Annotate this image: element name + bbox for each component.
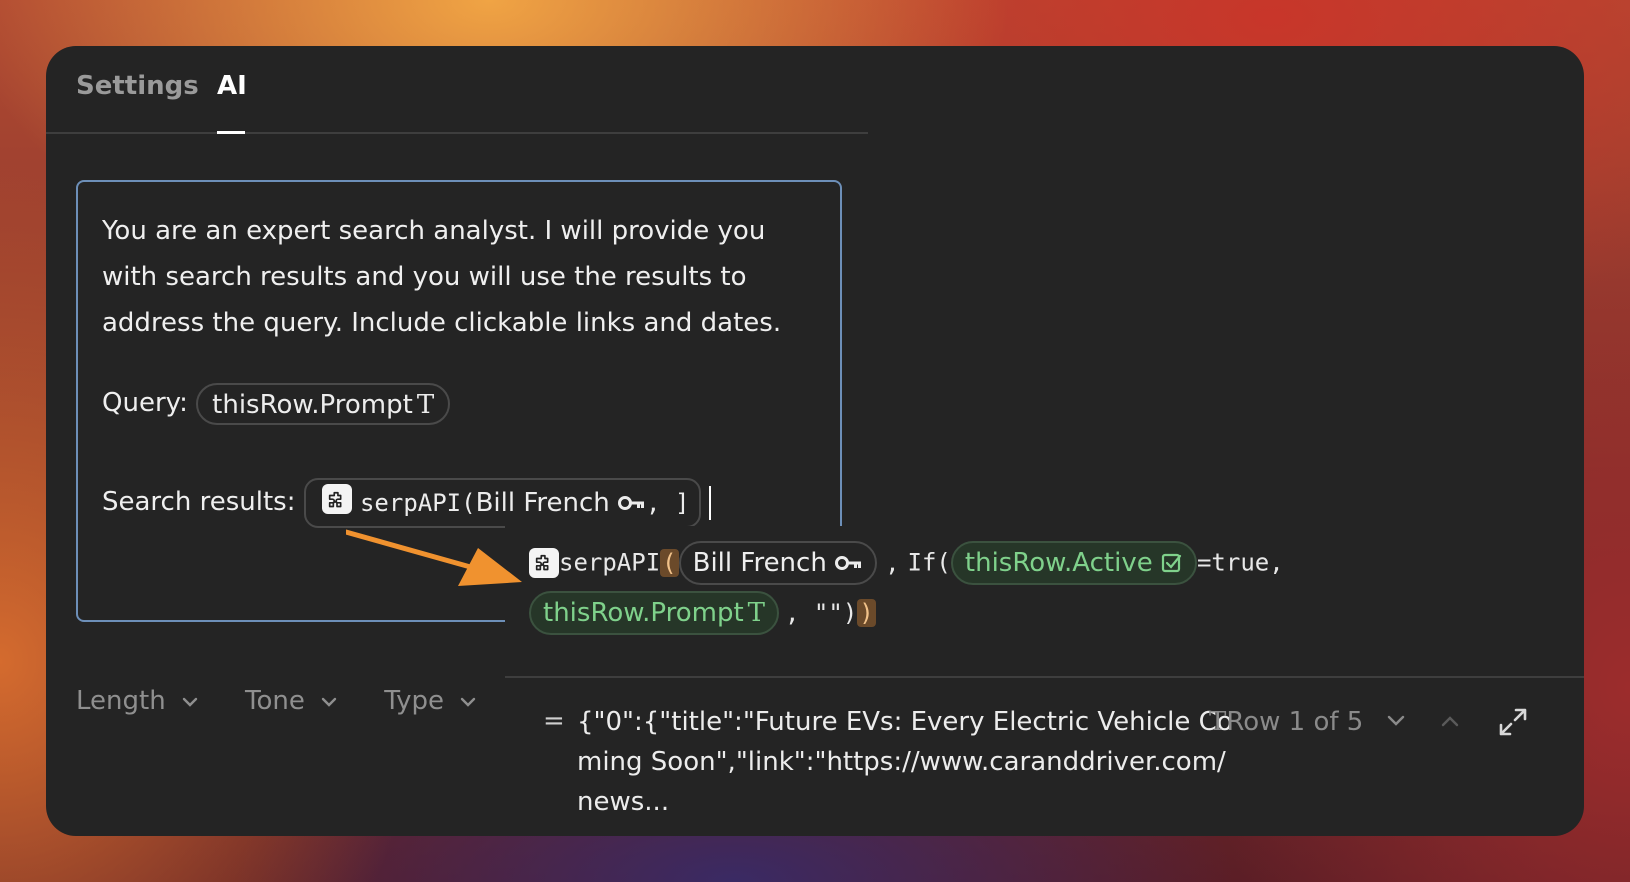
type-dropdown[interactable]: Type — [384, 686, 476, 716]
open-paren: ( — [660, 548, 679, 577]
length-dropdown[interactable]: Length — [76, 686, 198, 716]
query-pill-label: thisRow.Prompt — [212, 389, 413, 420]
query-column-pill[interactable]: thisRow.Prompt T — [196, 382, 451, 425]
formula-line-1: serpAPI( Bill French , If( thisRow.Active… — [529, 538, 1284, 586]
serpapi-formula-pill[interactable]: serpAPI(Bill French , ] — [303, 477, 702, 528]
chevron-down-icon — [1387, 715, 1405, 726]
results-label: Search results: — [102, 487, 296, 517]
active-tab-indicator — [217, 131, 245, 134]
formula-line-2: thisRow.Prompt T , "")) — [529, 588, 876, 636]
active-column-pill[interactable]: thisRow.Active — [950, 540, 1197, 585]
formula-editor[interactable]: serpAPI( Bill French , If( thisRow.Active… — [505, 526, 1584, 686]
prompt-pill-label: thisRow.Prompt — [543, 597, 744, 628]
result-text: {"0":{"title":"Future EVs: Every Electri… — [577, 707, 1233, 817]
ai-settings-panel: Settings AI You are an expert search ana… — [46, 46, 1584, 836]
formula-sep: , — [885, 548, 900, 577]
formula-func: serpAPI — [559, 548, 661, 577]
prompt-options: Length Tone Type — [76, 686, 518, 716]
prompt-text[interactable]: You are an expert search analyst. I will… — [102, 208, 802, 346]
text-type-icon: T — [416, 389, 435, 420]
type-label: Type — [384, 686, 444, 716]
close-paren: ) — [857, 598, 876, 627]
tab-bar: Settings AI — [46, 46, 868, 134]
previous-row-button[interactable] — [1441, 712, 1459, 731]
active-pill-label: thisRow.Active — [964, 547, 1153, 578]
expand-icon — [1499, 708, 1527, 736]
formula-if: If( — [907, 548, 951, 577]
chevron-down-icon — [182, 697, 198, 707]
expand-button[interactable] — [1497, 706, 1529, 742]
tab-ai[interactable]: AI — [217, 60, 247, 132]
equals-sign: = — [543, 706, 565, 736]
serpapi-account: Bill French — [475, 487, 610, 518]
query-label: Query: — [102, 388, 188, 418]
chevron-down-icon — [321, 697, 337, 707]
results-line: Search results: serpAPI(Bill French , ] — [102, 476, 712, 528]
length-label: Length — [76, 686, 166, 716]
text-type-icon: T — [1209, 707, 1227, 737]
chevron-up-icon — [1441, 716, 1459, 727]
checkbox-icon — [1161, 553, 1182, 573]
key-icon — [835, 556, 862, 570]
tab-settings[interactable]: Settings — [76, 60, 199, 132]
row-indicator: TRow 1 of 5 — [1205, 702, 1363, 742]
account-pill-label: Bill French — [692, 547, 827, 578]
result-preview: = {"0":{"title":"Future EVs: Every Elect… — [505, 676, 1584, 836]
tone-dropdown[interactable]: Tone — [245, 686, 337, 716]
query-line: Query: thisRow.Prompt T — [102, 380, 451, 426]
formula-equals-true: =true, — [1196, 548, 1284, 577]
annotation-arrow-icon — [346, 529, 522, 586]
text-cursor — [709, 485, 712, 520]
key-icon — [618, 480, 646, 526]
puzzle-icon — [529, 547, 559, 578]
puzzle-icon — [321, 484, 352, 514]
text-type-icon: T — [747, 597, 766, 628]
formula-tail: , "") — [785, 598, 858, 627]
next-row-button[interactable] — [1387, 712, 1405, 731]
serpapi-tail: , ] — [646, 488, 690, 517]
tone-label: Tone — [245, 686, 305, 716]
prompt-column-pill[interactable]: thisRow.Prompt T — [529, 590, 780, 635]
serpapi-func: serpAPI( — [359, 488, 476, 517]
account-pill[interactable]: Bill French — [678, 540, 878, 585]
row-indicator-label: Row 1 of 5 — [1226, 707, 1364, 737]
chevron-down-icon — [461, 697, 476, 707]
